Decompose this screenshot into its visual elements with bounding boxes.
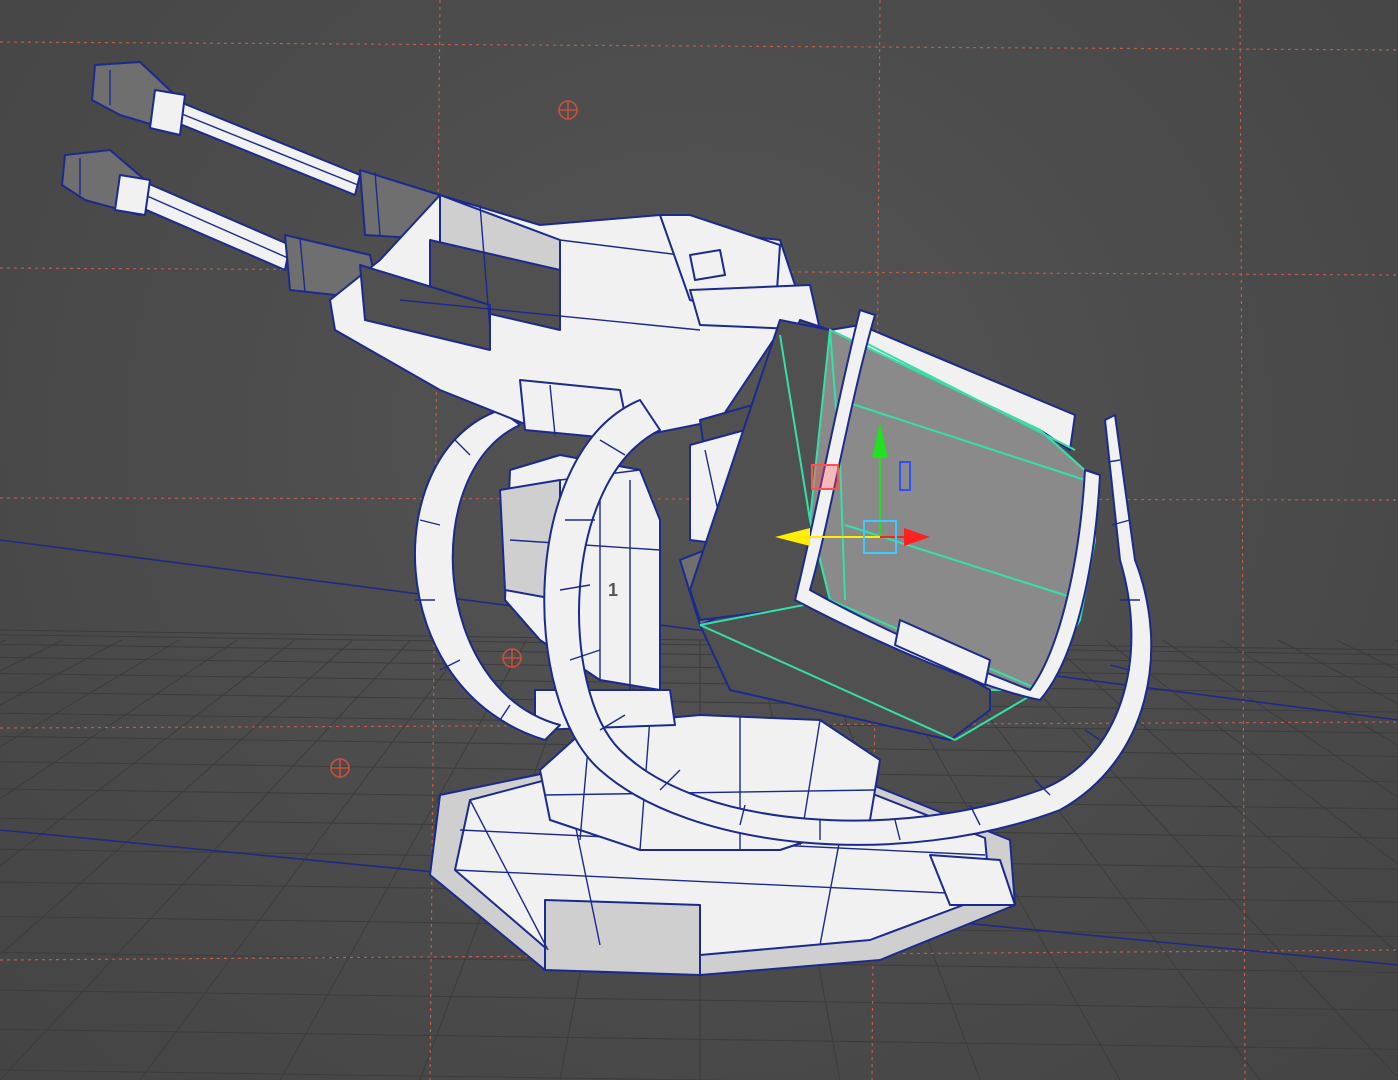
grid-line [1104, 639, 1398, 865]
grid-line [1394, 639, 1398, 643]
pivot-locator-icon[interactable] [502, 648, 522, 668]
grid-line [0, 639, 64, 672]
grid-line [1162, 639, 1398, 799]
grid-line [0, 639, 180, 748]
grid-line [0, 1069, 734, 1080]
grid-line [0, 989, 1398, 1011]
mesh-label: 1 [608, 580, 618, 600]
viewport-canvas[interactable]: 1 [0, 0, 1398, 1080]
grid-line [1046, 639, 1398, 954]
grid-line [0, 672, 1398, 694]
grid-line [0, 639, 6, 644]
grid-line [0, 1028, 1398, 1050]
grid-line [0, 634, 1398, 656]
grid-line [1336, 639, 1398, 671]
3d-viewport[interactable]: 1 [0, 0, 1398, 1080]
grid-line [0, 639, 122, 706]
grid-line [0, 639, 296, 867]
pivot-locator-icon[interactable] [330, 758, 350, 778]
grid-line [0, 639, 412, 1080]
grid-line [0, 656, 1398, 678]
grid-line [0, 691, 1398, 713]
grid-line [0, 639, 238, 800]
grid-line [1220, 639, 1398, 747]
pivot-locator-icon[interactable] [558, 100, 578, 120]
grid-line [0, 639, 354, 956]
grid-line [988, 639, 1398, 1079]
